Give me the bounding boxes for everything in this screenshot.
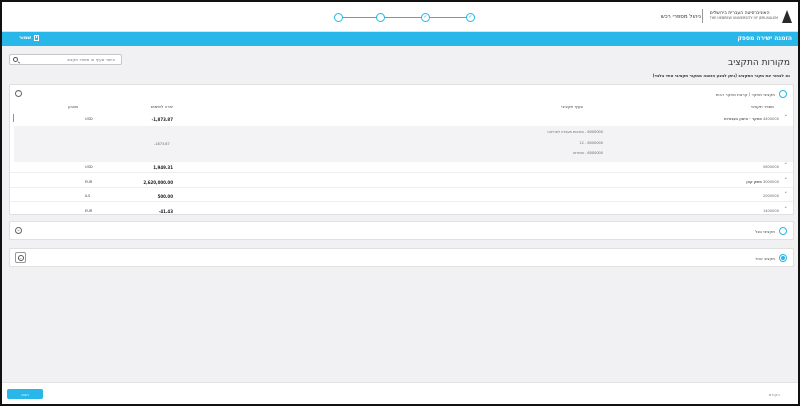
row-currency: USD <box>85 165 93 169</box>
stepper-line <box>338 17 470 18</box>
chevron-down-icon[interactable]: ˅ <box>785 164 788 169</box>
col-currency: מטבע <box>68 104 79 109</box>
search-icon <box>13 57 18 62</box>
row-currency: ILS <box>85 194 91 198</box>
top-header: האוניברסיטה העברית בירושלים THE HEBREW U… <box>2 2 798 32</box>
step-1[interactable]: ✓ <box>466 13 475 22</box>
logo-english-text: THE HEBREW UNIVERSITY OF JERUSALEM <box>709 15 778 20</box>
step-2[interactable]: ✓ <box>421 13 430 22</box>
row-code: 2000000 <box>762 194 779 198</box>
app-title: ניהול מספרי רכש <box>660 14 701 20</box>
search-input[interactable] <box>10 55 121 64</box>
row-code: 5600000 <box>762 165 779 169</box>
save-label: שמור <box>19 35 32 41</box>
detail-line: 6000000 - הוצאות מעבדה לפרויקט <box>547 130 603 134</box>
logo-mark-icon <box>782 9 792 23</box>
radio-staff[interactable] <box>779 227 787 235</box>
step-4[interactable] <box>334 13 343 22</box>
col-section: סעיף תקציבי <box>561 104 583 109</box>
expand-staff-button[interactable]: ⌄ <box>15 227 22 234</box>
row-code: 3000000 <box>762 180 779 184</box>
row-name: מחקר - מימון בעבודות <box>724 117 762 121</box>
staff-source-label: תקציבי סגל <box>755 229 775 234</box>
trash-icon <box>34 35 40 41</box>
logo-divider <box>701 9 703 23</box>
section-heading: מקורות התקציב <box>728 58 790 68</box>
col-balance: יתרה לשימוש <box>150 104 173 109</box>
footer-bar: הבא הקודם <box>2 382 798 404</box>
university-logo: האוניברסיטה העברית בירושלים THE HEBREW U… <box>699 9 792 23</box>
row-currency: EUR <box>85 209 93 213</box>
collapse-research-button[interactable]: ⌃ <box>15 90 22 97</box>
row-balance: 500.00 <box>157 194 173 199</box>
detail-amount: -1873.87 <box>154 142 170 146</box>
table-row[interactable]: ˅ 1400000 -41.43 EUR <box>10 207 793 215</box>
other-source-label: תקציב אחר <box>755 256 775 261</box>
row-balance: -41.43 <box>158 209 173 214</box>
chevron-down-icon[interactable]: ˅ <box>785 179 788 184</box>
chevron-up-icon: ⌃ <box>16 90 21 96</box>
page-title: הזמנה ישירה מספק <box>737 35 793 42</box>
app-window: האוניברסיטה העברית בירושלים THE HEBREW U… <box>0 0 800 406</box>
save-button[interactable]: שמור <box>19 35 40 41</box>
col-budget-number: מספר תקציבי <box>750 104 774 109</box>
detail-line: 6000000 - חומרים <box>573 151 603 155</box>
radio-research[interactable] <box>779 90 787 98</box>
budget-source-research: תקציבי מחקר / קרנות מחקר רבות ⌃ מספר תקצ… <box>9 84 794 215</box>
budget-source-other: תקציב אחר ⌄ <box>9 248 794 267</box>
table-row[interactable]: ˅ 2000000 500.00 ILS <box>10 192 793 202</box>
table-row[interactable]: ˄ 4400000 מחקר - מימון בעבודות -1,873.87… <box>10 115 793 125</box>
expand-other-button[interactable]: ⌄ <box>15 252 26 263</box>
row-balance: -1,873.87 <box>151 117 173 122</box>
progress-stepper: ✓ ✓ <box>334 13 475 22</box>
row-code: 4400000 <box>762 117 779 121</box>
row-name: משק קטן <box>746 180 762 184</box>
expanded-row-details: 6000000 - הוצאות מעבדה לפרויקט 6000000 -… <box>14 126 793 162</box>
chevron-up-icon[interactable]: ˄ <box>785 116 788 121</box>
row-code: 1400000 <box>762 209 779 213</box>
chevron-down-icon: ⌄ <box>17 254 24 261</box>
page-toolbar: שמור הזמנה ישירה מספק <box>2 32 798 46</box>
table-row[interactable]: ˅ 5600000 1,949.31 USD <box>10 163 793 173</box>
next-button[interactable]: הבא <box>7 389 43 399</box>
previous-link[interactable]: הקודם <box>769 392 780 397</box>
table-row[interactable]: ˅ 3000000 משק קטן 2,620,000.00 EUR <box>10 178 793 188</box>
step-3[interactable] <box>376 13 385 22</box>
row-balance: 2,620,000.00 <box>143 180 173 185</box>
research-source-label: תקציבי מחקר / קרנות מחקר רבות <box>715 92 775 97</box>
instructions-text: נא לבחור את מקור התקציב (ניתן לבצע הזמנה… <box>652 73 790 78</box>
budget-search[interactable] <box>9 54 122 65</box>
row-currency: EUR <box>85 180 93 184</box>
chevron-down-icon[interactable]: ˅ <box>785 208 788 213</box>
row-currency: USD <box>85 117 93 121</box>
budget-source-staff: תקציבי סגל ⌄ <box>9 221 794 240</box>
chevron-down-icon: ⌄ <box>16 227 21 233</box>
chevron-down-icon[interactable]: ˅ <box>785 193 788 198</box>
detail-line: 6000000 - 12 <box>579 141 603 145</box>
radio-other[interactable] <box>779 254 787 262</box>
row-balance: 1,949.31 <box>153 165 173 170</box>
